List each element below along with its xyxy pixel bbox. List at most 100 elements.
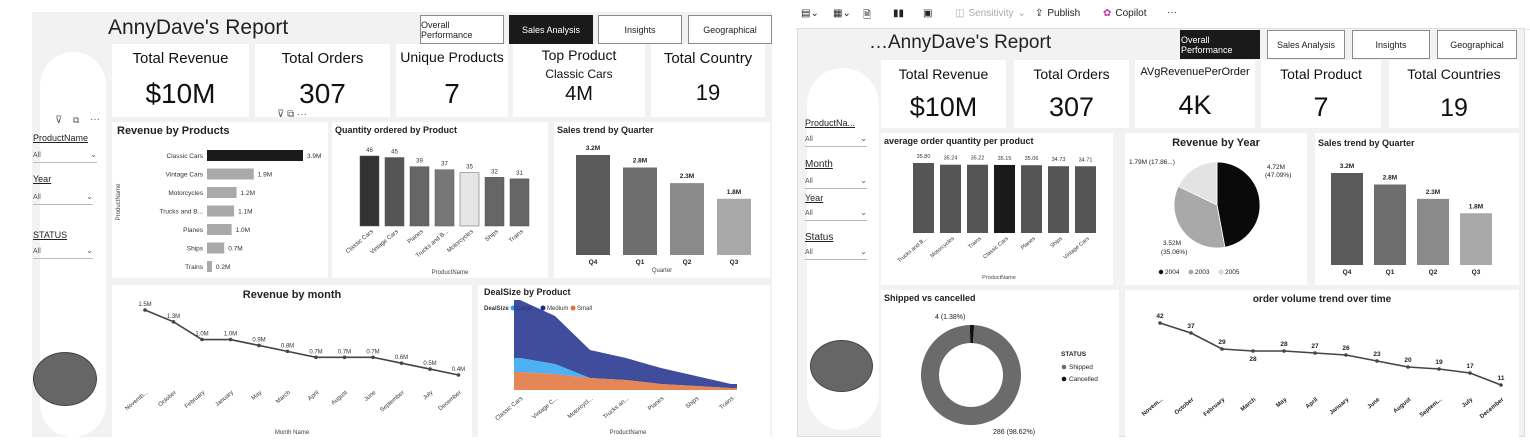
data-label: 2.3M	[1426, 189, 1440, 196]
category-label: December	[438, 390, 463, 412]
data-label: 1.3M	[167, 314, 180, 320]
data-label: 35.22	[971, 156, 985, 162]
data-label: 4 (1.38%)	[935, 314, 965, 321]
bar	[1331, 173, 1363, 265]
more-options-button[interactable]: ···	[1167, 7, 1177, 18]
shipped-vs-cancelled-chart: 4 (1.38%) 286 (98.62%) STATUS Shipped Cancel…	[921, 314, 1098, 436]
category-label: Vintage Cars	[166, 172, 204, 179]
copilot-button[interactable]: ✿ Copilot	[1103, 8, 1147, 19]
bar	[434, 169, 455, 227]
category-label: Planes	[407, 229, 425, 245]
sales-trend-quarter-visual: Sales trend by Quarter 3.2M Q4 2.8M Q1 2.3M Q…	[554, 122, 770, 278]
category-label: Q1	[1386, 269, 1395, 276]
kpi-value: 4M	[565, 83, 593, 105]
publish-button[interactable]: ⇪ Publish	[1035, 8, 1080, 19]
legend-label: 2005	[1225, 269, 1240, 276]
kpi-title: Total Countries	[1407, 66, 1501, 82]
category-label: Trains	[719, 396, 735, 411]
bar	[913, 163, 934, 233]
slicer-productname-dropdown[interactable]: All ⌄	[805, 134, 867, 147]
data-label: 0.7M	[366, 349, 379, 355]
avatar-ellipse	[810, 340, 873, 392]
nav-overall-performance[interactable]: Overall Performance	[420, 15, 504, 44]
toolbar-icon-2[interactable]: ▦⌄	[833, 8, 851, 19]
toolbar-icon-1[interactable]: ▤⌄	[801, 8, 819, 19]
category-label: December	[1479, 397, 1506, 421]
nav-insights[interactable]: Insights	[1352, 30, 1430, 59]
calculator-icon[interactable]: ▣	[923, 8, 932, 19]
more-options-icon[interactable]: ···	[90, 114, 100, 125]
data-point	[143, 308, 147, 312]
bar	[1460, 213, 1492, 265]
focus-mode-icon[interactable]: ⧉	[73, 115, 79, 126]
category-label: May	[1275, 397, 1288, 410]
data-label: 31	[516, 171, 523, 177]
sensitivity-button[interactable]: ◫ Sensitivity ⌄	[955, 8, 1026, 19]
category-label: April	[1305, 397, 1320, 411]
toolbar-icon-3[interactable]: 🗎	[863, 8, 871, 25]
bar	[1048, 166, 1069, 233]
nav-overall-performance[interactable]: Overall Performance	[1180, 30, 1260, 59]
kpi-total-orders: Total Orders 307	[1014, 60, 1129, 128]
kpi-top-product: Top Product Classic Cars 4M	[513, 44, 645, 117]
data-label: 0.7M	[228, 246, 242, 253]
shipped-vs-cancelled-visual: Shipped vs cancelled 4 (1.38%) 286 (98.62…	[881, 290, 1119, 437]
category-label: Ships	[484, 229, 499, 243]
kpi-total-revenue: Total Revenue $10M	[881, 60, 1006, 128]
category-label: June	[1367, 397, 1382, 411]
category-label: Q3	[730, 259, 739, 266]
data-point	[1158, 321, 1162, 325]
nav-sales-analysis[interactable]: Sales Analysis	[1267, 30, 1345, 59]
avatar-ellipse	[33, 352, 97, 406]
kpi-title: Total Country	[663, 50, 753, 67]
legend-label: Small	[577, 306, 592, 312]
nav-geographical[interactable]: Geographical	[1437, 30, 1517, 59]
chevron-down-icon: ⌄	[860, 247, 867, 256]
left-report: AnnyDave's Report Overall Performance Sa…	[0, 0, 790, 447]
data-label: 46	[366, 148, 373, 154]
slicer-year-dropdown[interactable]: All ⌄	[33, 192, 93, 205]
category-label: Motorcycl...	[567, 396, 595, 421]
data-point	[399, 361, 404, 365]
slicer-year-dropdown[interactable]: All ⌄	[805, 208, 867, 221]
data-label: 32	[491, 169, 498, 175]
data-label: 1.2M	[241, 190, 255, 197]
category-label: October	[1174, 397, 1196, 417]
data-label: 11	[1498, 375, 1505, 382]
slicer-productname-dropdown[interactable]: All ⌄	[33, 150, 97, 163]
legend-label: 2004	[1165, 269, 1180, 276]
data-label: 35.15	[998, 156, 1012, 162]
data-point	[428, 367, 432, 371]
category-label: Q4	[1343, 269, 1352, 276]
legend-marker	[1061, 364, 1067, 370]
data-label: 28	[1249, 356, 1257, 363]
slicer-status-dropdown[interactable]: All ⌄	[805, 247, 867, 260]
nav-sales-analysis[interactable]: Sales Analysis	[509, 15, 593, 44]
nav-insights[interactable]: Insights	[598, 15, 682, 44]
data-label: 3.52M	[1163, 240, 1181, 247]
kpi-total-revenue: Total Revenue $10M	[112, 44, 249, 117]
bar	[1075, 166, 1096, 233]
slicer-label-status: STATUS	[33, 230, 68, 240]
kpi-title: Top Product	[541, 47, 617, 63]
visual-header-icons[interactable]: ⊽ ⧉ ···	[277, 109, 307, 120]
category-label: Motorcycles	[446, 229, 474, 254]
category-label: Trains	[967, 236, 983, 250]
category-label: Planes	[183, 227, 204, 234]
nav-geographical[interactable]: Geographical	[688, 15, 772, 44]
axis-label: ProductName	[982, 275, 1016, 281]
data-label: 1.0M	[236, 227, 250, 234]
bar	[207, 187, 237, 198]
kpi-title: Total Orders	[281, 50, 364, 67]
data-point	[1282, 349, 1286, 353]
category-label: Q1	[636, 259, 645, 266]
category-label: Motorcycles	[168, 190, 203, 197]
filter-icon[interactable]: ⊽	[55, 115, 62, 126]
kpi-total-country: Total Country 19	[651, 44, 765, 117]
chart-icon[interactable]: ▮▮	[893, 8, 904, 19]
slicer-month-dropdown[interactable]: All ⌄	[805, 176, 867, 189]
revenue-by-year-chart: 4.72M(47.09%) 3.52M (35.06%) 1.79M (17.86..…	[1129, 159, 1291, 276]
data-label: 39	[416, 159, 423, 165]
slicer-status-dropdown[interactable]: All ⌄	[33, 246, 93, 259]
copilot-icon: ✿	[1103, 8, 1112, 19]
